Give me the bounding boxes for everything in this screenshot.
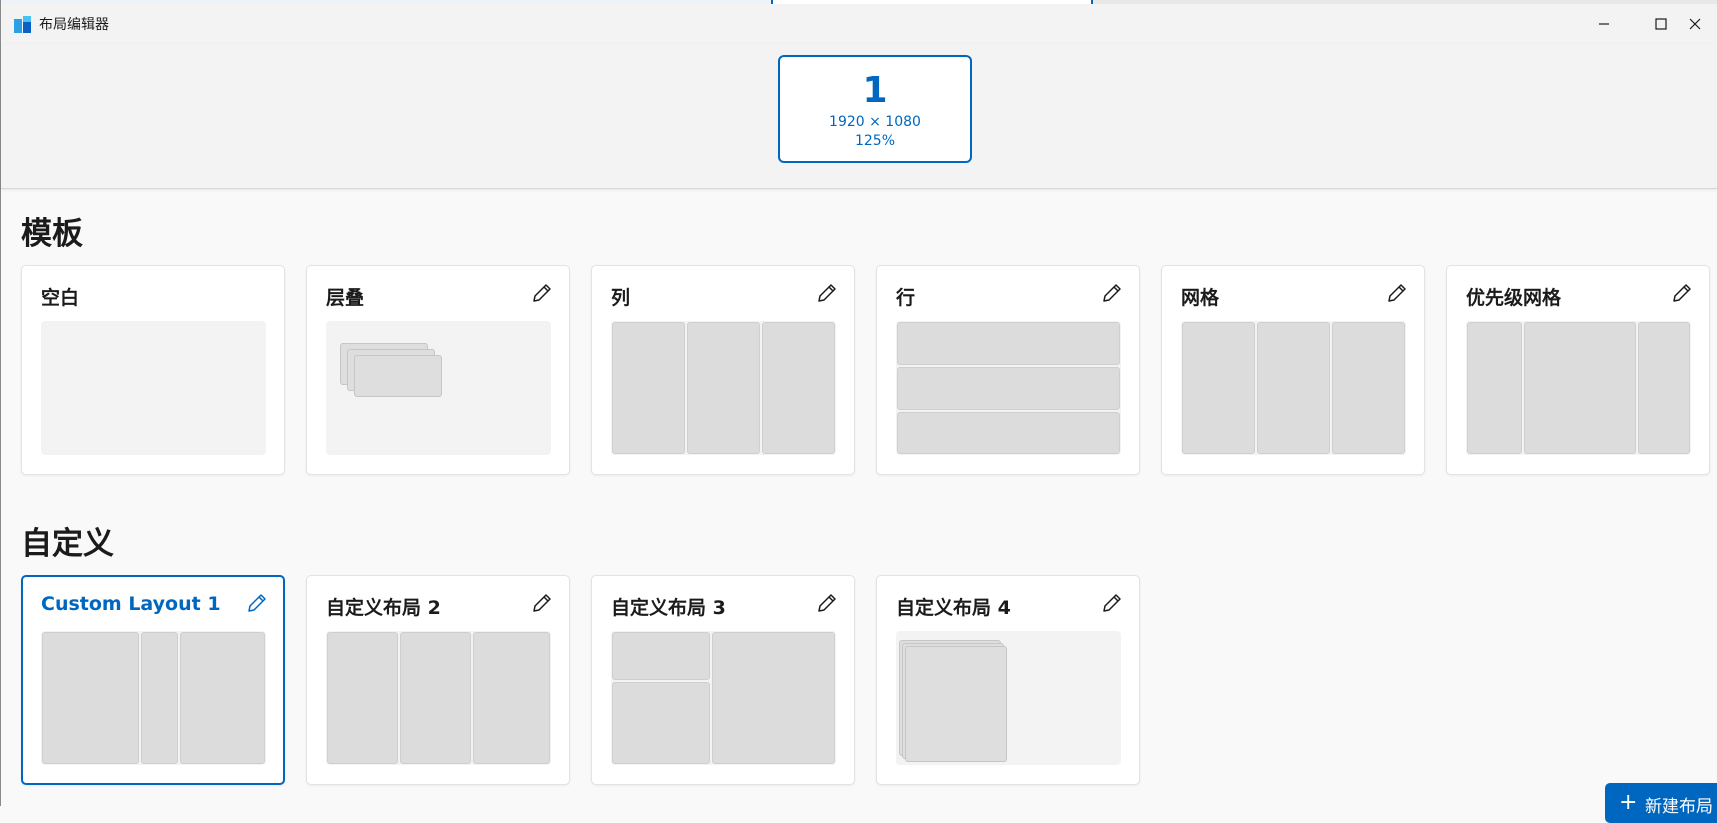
edit-pencil-icon[interactable] — [816, 282, 838, 304]
layout-zone — [612, 632, 710, 680]
layout-preview — [326, 321, 551, 455]
edit-pencil-icon[interactable] — [1101, 282, 1123, 304]
monitor-bar: 1 1920 × 1080 125% — [1, 44, 1717, 189]
layout-preview — [611, 631, 836, 765]
custom-layout-card-4[interactable]: 自定义布局 4 — [876, 575, 1140, 785]
layout-zone — [141, 632, 178, 764]
template-card-focus[interactable]: 层叠 — [306, 265, 570, 475]
layout-preview — [1466, 321, 1691, 455]
app-icon — [14, 16, 31, 33]
new-layout-button[interactable]: + 新建布局 — [1605, 783, 1717, 823]
card-title: 空白 — [41, 287, 80, 309]
edit-pencil-icon[interactable] — [816, 592, 838, 614]
close-icon — [1689, 18, 1701, 30]
layout-zone — [897, 322, 1120, 365]
card-title: 网格 — [1181, 287, 1220, 309]
custom-layout-card-3[interactable]: 自定义布局 3 — [591, 575, 855, 785]
minimize-button[interactable] — [1576, 4, 1632, 44]
new-layout-label: 新建布局 — [1645, 797, 1713, 817]
layout-zone — [905, 646, 1007, 762]
card-title: 自定义布局 4 — [896, 597, 1011, 619]
edit-pencil-icon[interactable] — [1671, 282, 1693, 304]
layout-zone — [1524, 322, 1636, 454]
layout-preview — [896, 631, 1121, 765]
layout-preview — [896, 321, 1121, 455]
edit-pencil-icon[interactable] — [246, 592, 268, 614]
minimize-icon — [1599, 23, 1609, 25]
layout-zone — [327, 632, 398, 764]
layout-preview — [611, 321, 836, 455]
monitor-number: 1 — [862, 70, 888, 111]
plus-icon: + — [1619, 790, 1638, 815]
title-bar[interactable]: 布局编辑器 — [1, 4, 1717, 44]
layout-zone — [712, 632, 835, 764]
layout-preview — [326, 631, 551, 765]
layout-zone — [473, 632, 550, 764]
card-title: 自定义布局 3 — [611, 597, 726, 619]
layout-zone — [897, 367, 1120, 410]
layout-zone — [1332, 322, 1405, 454]
template-card-priority-grid[interactable]: 优先级网格 — [1446, 265, 1710, 475]
layout-zone — [400, 632, 471, 764]
layout-zone — [1467, 322, 1522, 454]
window-title: 布局编辑器 — [39, 17, 109, 33]
custom-layout-card-2[interactable]: 自定义布局 2 — [306, 575, 570, 785]
template-card-blank[interactable]: 空白 — [21, 265, 285, 475]
card-title: 列 — [611, 287, 631, 309]
layout-preview — [1181, 321, 1406, 455]
template-card-columns[interactable]: 列 — [591, 265, 855, 475]
monitor-resolution: 1920 × 1080 — [829, 114, 921, 130]
edit-pencil-icon[interactable] — [1386, 282, 1408, 304]
edit-pencil-icon[interactable] — [531, 282, 553, 304]
layout-zone — [180, 632, 265, 764]
template-card-rows[interactable]: 行 — [876, 265, 1140, 475]
layout-zone — [1638, 322, 1690, 454]
layout-zone — [897, 412, 1120, 454]
custom-heading: 自定义 — [21, 526, 114, 562]
layout-zone — [762, 322, 835, 454]
template-card-grid[interactable]: 网格 — [1161, 265, 1425, 475]
layout-zone — [1182, 322, 1255, 454]
card-title: Custom Layout 1 — [41, 593, 221, 615]
edit-pencil-icon[interactable] — [531, 592, 553, 614]
layout-zone — [42, 632, 139, 764]
monitor-scale: 125% — [854, 133, 896, 149]
card-title: 层叠 — [326, 287, 365, 309]
layout-zone — [687, 322, 760, 454]
card-title: 自定义布局 2 — [326, 597, 441, 619]
maximize-button[interactable] — [1633, 4, 1689, 44]
layout-preview — [41, 321, 266, 455]
layout-preview — [41, 631, 266, 765]
maximize-icon — [1655, 18, 1667, 30]
layout-zone — [612, 322, 685, 454]
custom-layout-card-1[interactable]: Custom Layout 1 — [21, 575, 285, 785]
templates-heading: 模板 — [21, 216, 83, 252]
monitor-card[interactable]: 1 1920 × 1080 125% — [778, 55, 972, 163]
layout-zone — [612, 682, 710, 764]
close-button[interactable] — [1689, 4, 1717, 44]
card-title: 行 — [896, 287, 916, 309]
card-title: 优先级网格 — [1466, 287, 1562, 309]
edit-pencil-icon[interactable] — [1101, 592, 1123, 614]
layout-zone — [1257, 322, 1330, 454]
layout-zone — [354, 355, 442, 397]
